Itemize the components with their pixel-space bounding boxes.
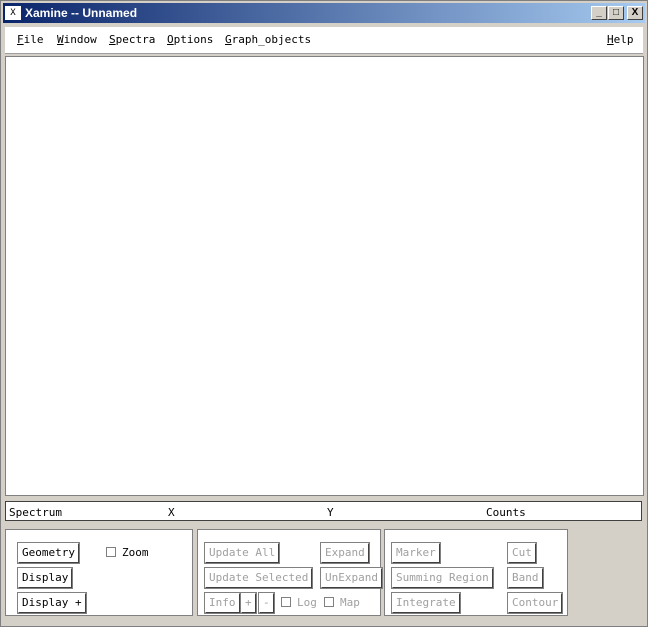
menu-graph-objects[interactable]: Graph_objects	[225, 33, 311, 46]
xamine-window: X Xamine -- Unnamed _ □ X File Window Sp…	[0, 0, 648, 627]
log-checkbox-box[interactable]	[281, 597, 291, 607]
zoom-checkbox[interactable]: Zoom	[106, 545, 149, 561]
status-x-label: X	[168, 506, 175, 519]
title-bar[interactable]: X Xamine -- Unnamed _ □ X	[3, 3, 645, 23]
status-y-label: Y	[327, 506, 334, 519]
zoom-out-button[interactable]: -	[258, 592, 275, 614]
update-selected-button[interactable]: Update Selected	[203, 567, 314, 589]
menu-spectra-label: Spectra	[109, 33, 156, 46]
unexpand-button[interactable]: UnExpand	[320, 567, 383, 589]
band-button[interactable]: Band	[507, 567, 544, 589]
menu-help[interactable]: Help	[607, 33, 634, 46]
info-button[interactable]: Info	[204, 592, 241, 614]
update-all-button[interactable]: Update All	[203, 542, 281, 564]
window-title: Xamine -- Unnamed	[25, 6, 138, 20]
display-button[interactable]: Display	[16, 567, 74, 589]
map-label: Map	[340, 596, 360, 609]
minimize-button[interactable]: _	[591, 6, 607, 20]
contour-button[interactable]: Contour	[506, 592, 564, 614]
zoom-in-button[interactable]: +	[240, 592, 257, 614]
menu-help-label: Help	[607, 33, 634, 46]
menu-options[interactable]: Options	[167, 33, 213, 46]
expand-button[interactable]: Expand	[320, 542, 370, 564]
log-label: Log	[297, 596, 317, 609]
marker-button[interactable]: Marker	[391, 542, 441, 564]
status-counts-label: Counts	[486, 506, 526, 519]
menu-file[interactable]: File	[17, 33, 44, 46]
close-button[interactable]: X	[627, 6, 643, 20]
view-controls-panel: Update All Expand Update Selected UnExpa…	[197, 529, 383, 616]
menu-spectra[interactable]: Spectra	[109, 33, 155, 46]
cut-button[interactable]: Cut	[507, 542, 537, 564]
menu-window-label: Window	[57, 33, 97, 46]
menu-bar: File Window Spectra Options Graph_object…	[5, 27, 643, 54]
integrate-button[interactable]: Integrate	[391, 592, 461, 614]
status-spectrum-label: Spectrum	[9, 506, 62, 519]
display-plus-button[interactable]: Display +	[17, 592, 87, 614]
maximize-button[interactable]: □	[608, 6, 624, 20]
display-controls-panel: Geometry Zoom Display Display +	[5, 529, 193, 616]
map-checkbox[interactable]: Map	[324, 595, 360, 611]
status-bar: Spectrum X Y Counts	[5, 501, 642, 521]
log-checkbox[interactable]: Log	[281, 595, 317, 611]
menu-options-label: Options	[167, 33, 214, 46]
summing-region-button[interactable]: Summing Region	[391, 567, 494, 589]
map-checkbox-box[interactable]	[324, 597, 334, 607]
zoom-label: Zoom	[122, 546, 149, 559]
geometry-button[interactable]: Geometry	[17, 542, 80, 564]
menu-graph-objects-label: Graph_objects	[225, 33, 312, 46]
zoom-checkbox-box[interactable]	[106, 547, 116, 557]
menu-file-label: File	[17, 33, 44, 46]
spectrum-display-area[interactable]	[5, 56, 644, 496]
app-icon[interactable]: X	[5, 6, 21, 20]
menu-window[interactable]: Window	[57, 33, 97, 46]
graph-object-panel: Marker Cut Summing Region Band Integrate…	[384, 529, 568, 616]
